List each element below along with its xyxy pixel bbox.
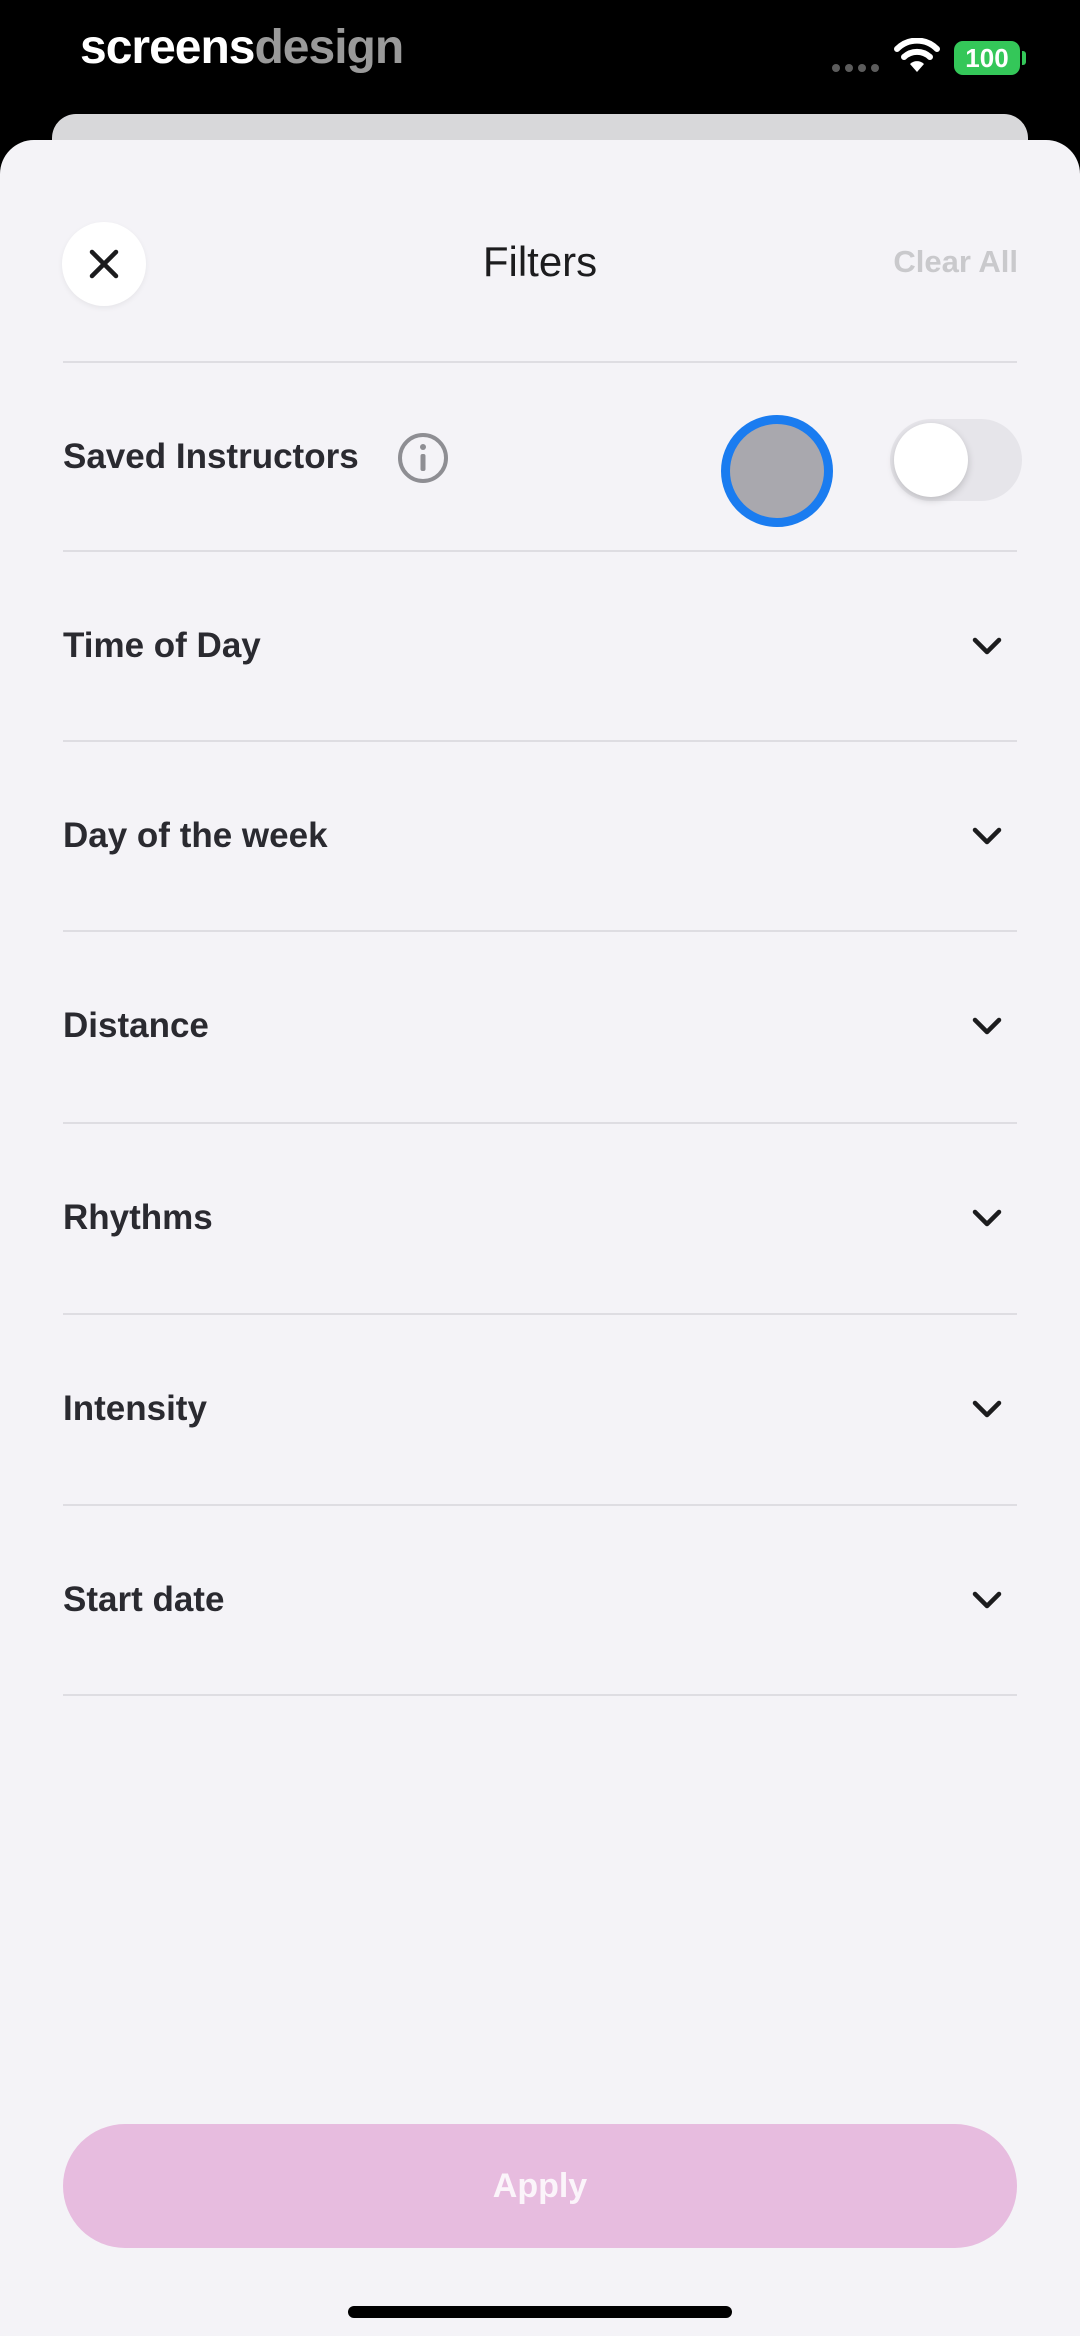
brand-logo: screensdesign (80, 20, 404, 76)
filter-row-time-of-day[interactable]: Time of Day (63, 552, 1017, 740)
saved-instructors-row: Saved Instructors (63, 363, 1022, 551)
filter-label: Start date (63, 1580, 225, 1619)
brand-part-1: screens (80, 21, 255, 74)
filter-row-day-of-week[interactable]: Day of the week (63, 742, 1017, 930)
chevron-down-icon (972, 637, 1002, 655)
info-icon[interactable] (397, 432, 449, 484)
battery-cap (1022, 51, 1026, 65)
page-title: Filters (482, 238, 598, 285)
status-bar: screensdesign 100 (0, 0, 1080, 110)
filter-row-start-date[interactable]: Start date (63, 1506, 1017, 1694)
filter-row-rhythms[interactable]: Rhythms (63, 1124, 1017, 1312)
chevron-down-icon (972, 1400, 1002, 1418)
chevron-down-icon (972, 827, 1002, 845)
touch-indicator (721, 415, 833, 527)
filter-label: Day of the week (63, 816, 328, 855)
filter-row-distance[interactable]: Distance (63, 932, 1017, 1120)
saved-instructors-toggle[interactable] (890, 419, 1022, 501)
home-indicator (348, 2306, 732, 2318)
clear-all-button[interactable]: Clear All (893, 236, 1018, 288)
filter-row-intensity[interactable]: Intensity (63, 1315, 1017, 1503)
sheet-header: Filters Clear All (0, 140, 1080, 362)
chevron-down-icon (972, 1591, 1002, 1609)
cellular-signal-icon (832, 64, 879, 72)
divider (63, 1694, 1017, 1696)
filter-label: Intensity (63, 1389, 207, 1428)
toggle-knob (894, 423, 968, 497)
saved-instructors-label: Saved Instructors (63, 437, 359, 476)
chevron-down-icon (972, 1209, 1002, 1227)
close-button[interactable] (62, 222, 146, 306)
filter-label: Distance (63, 1006, 209, 1045)
wifi-icon (894, 38, 940, 72)
battery-indicator: 100 (954, 41, 1020, 75)
filter-label: Time of Day (63, 626, 261, 665)
chevron-down-icon (972, 1017, 1002, 1035)
apply-button[interactable]: Apply (63, 2124, 1017, 2248)
filters-sheet: Filters Clear All Saved Instructors Time… (0, 140, 1080, 2336)
brand-part-2: design (254, 21, 404, 74)
filter-label: Rhythms (63, 1198, 213, 1237)
close-icon (89, 249, 119, 279)
